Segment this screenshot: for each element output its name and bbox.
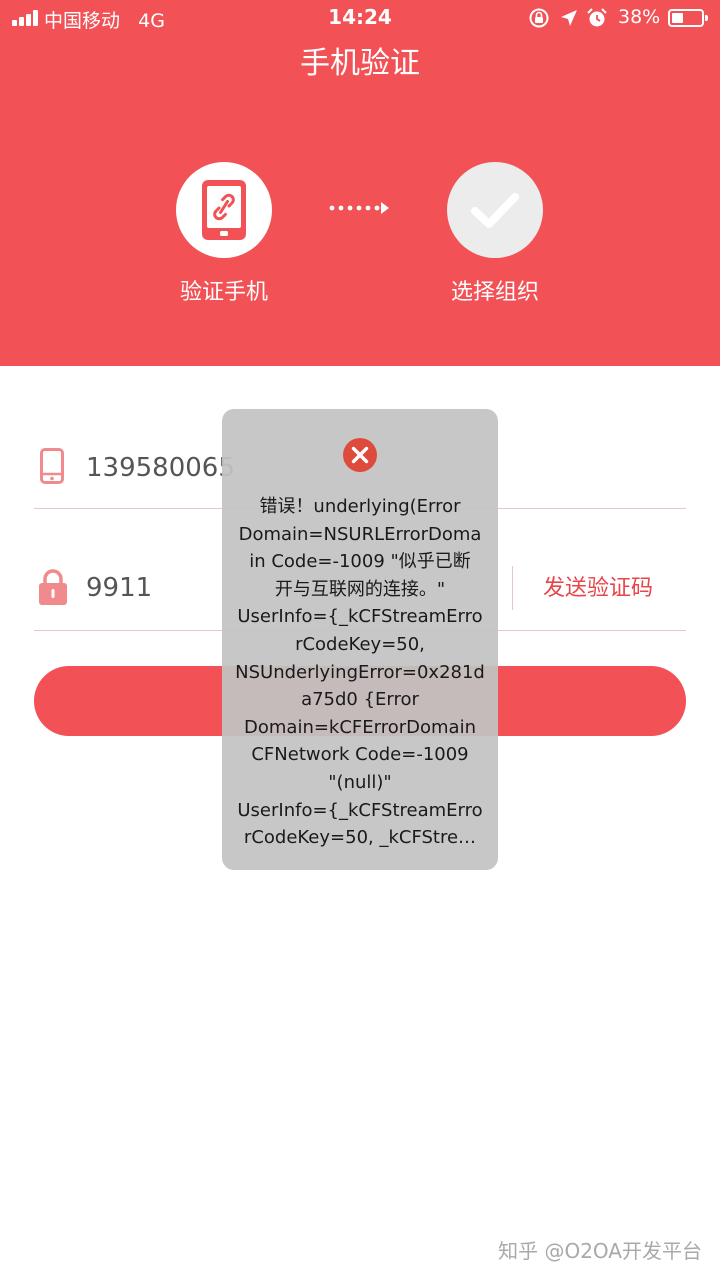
error-line: a75d0 {Error bbox=[301, 689, 419, 711]
step-verify-phone bbox=[176, 162, 272, 258]
error-toast: 错误！underlying(Error Domain=NSURLErrorDom… bbox=[222, 409, 498, 870]
error-line: Domain=NSURLErrorDoma bbox=[238, 523, 482, 545]
orientation-lock-icon bbox=[529, 8, 549, 28]
status-bar: 中国移动 4G 14:24 38% bbox=[0, 0, 720, 36]
header: 中国移动 4G 14:24 38% 手机验证 验证手机 选择组织 bbox=[0, 0, 720, 366]
lock-icon bbox=[39, 569, 67, 605]
error-line: rCodeKey=50, bbox=[295, 633, 425, 655]
alarm-icon bbox=[587, 8, 607, 27]
location-icon bbox=[561, 10, 577, 26]
phone-icon bbox=[40, 448, 64, 484]
error-line: CFNetwork Code=-1009 bbox=[251, 744, 469, 766]
error-line: UserInfo={_kCFStreamErro bbox=[237, 799, 483, 821]
step-select-org bbox=[447, 162, 543, 258]
error-line: NSUnderlyingError=0x281d bbox=[235, 661, 485, 683]
send-code-button[interactable]: 发送验证码 bbox=[530, 570, 666, 602]
error-line: UserInfo={_kCFStreamErro bbox=[237, 606, 483, 628]
battery-fill bbox=[672, 13, 683, 23]
battery-icon bbox=[668, 9, 708, 27]
error-line: rCodeKey=50, _kCFStre… bbox=[243, 827, 477, 849]
checkmark-icon bbox=[471, 193, 519, 228]
page-title: 手机验证 bbox=[300, 46, 420, 81]
error-line: 开与互联网的连接。" bbox=[274, 578, 446, 600]
error-icon bbox=[343, 438, 377, 472]
code-separator bbox=[512, 566, 513, 610]
watermark: 知乎 @O2OA开发平台 bbox=[498, 1239, 702, 1263]
error-line: in Code=-1009 "似乎已断 bbox=[249, 551, 471, 573]
status-time: 14:24 bbox=[328, 5, 392, 29]
error-line: "(null)" bbox=[328, 771, 392, 793]
step-arrow-icon bbox=[329, 202, 389, 214]
error-message: 错误！underlying(Error Domain=NSURLErrorDom… bbox=[222, 493, 498, 852]
step-label-select-org: 选择组织 bbox=[450, 280, 539, 305]
error-line: 错误！underlying(Error bbox=[259, 496, 461, 517]
error-line: Domain=kCFErrorDomain bbox=[244, 716, 476, 738]
battery-percent: 38% bbox=[618, 6, 661, 28]
step-label-verify-phone: 验证手机 bbox=[179, 280, 268, 305]
phone-link-icon bbox=[202, 180, 246, 240]
